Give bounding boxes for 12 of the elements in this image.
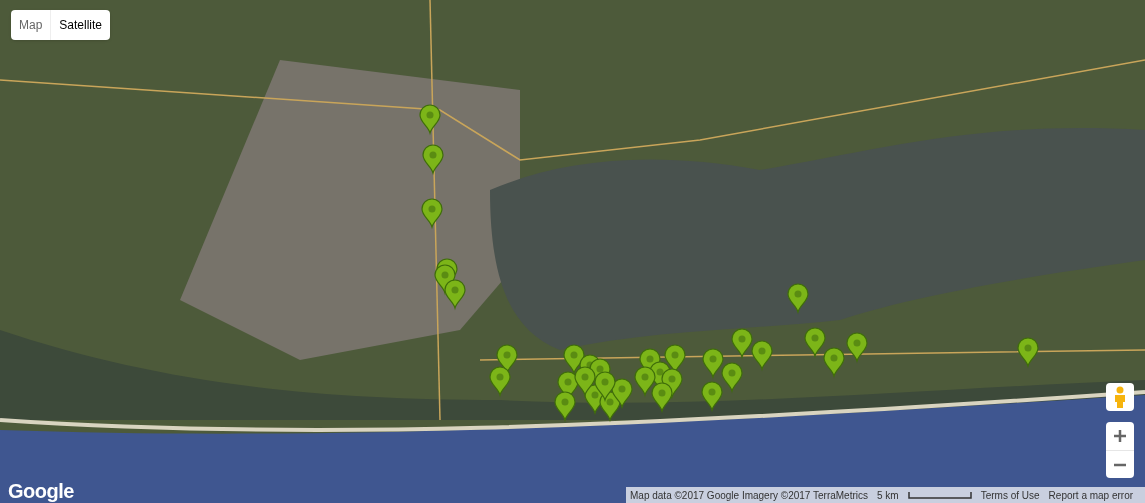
person-icon: [1114, 386, 1126, 408]
attribution-text: Map data ©2017 Google Imagery ©2017 TerraMetrics: [630, 488, 868, 503]
logo: Google: [8, 479, 74, 503]
footer-link[interactable]: Report a map error: [1048, 487, 1134, 503]
footer-link[interactable]: Terms of Use: [980, 487, 1040, 503]
map-type-tab[interactable]: Satellite: [50, 10, 111, 40]
satellite-map-drawing[interactable]: [0, 0, 1145, 503]
scale-label: 5 km: [877, 488, 899, 503]
minus-icon: [1114, 462, 1126, 467]
scale-bar-icon: [907, 491, 972, 499]
plus-icon: [1114, 430, 1126, 442]
map-type-tab[interactable]: Map: [11, 10, 51, 40]
